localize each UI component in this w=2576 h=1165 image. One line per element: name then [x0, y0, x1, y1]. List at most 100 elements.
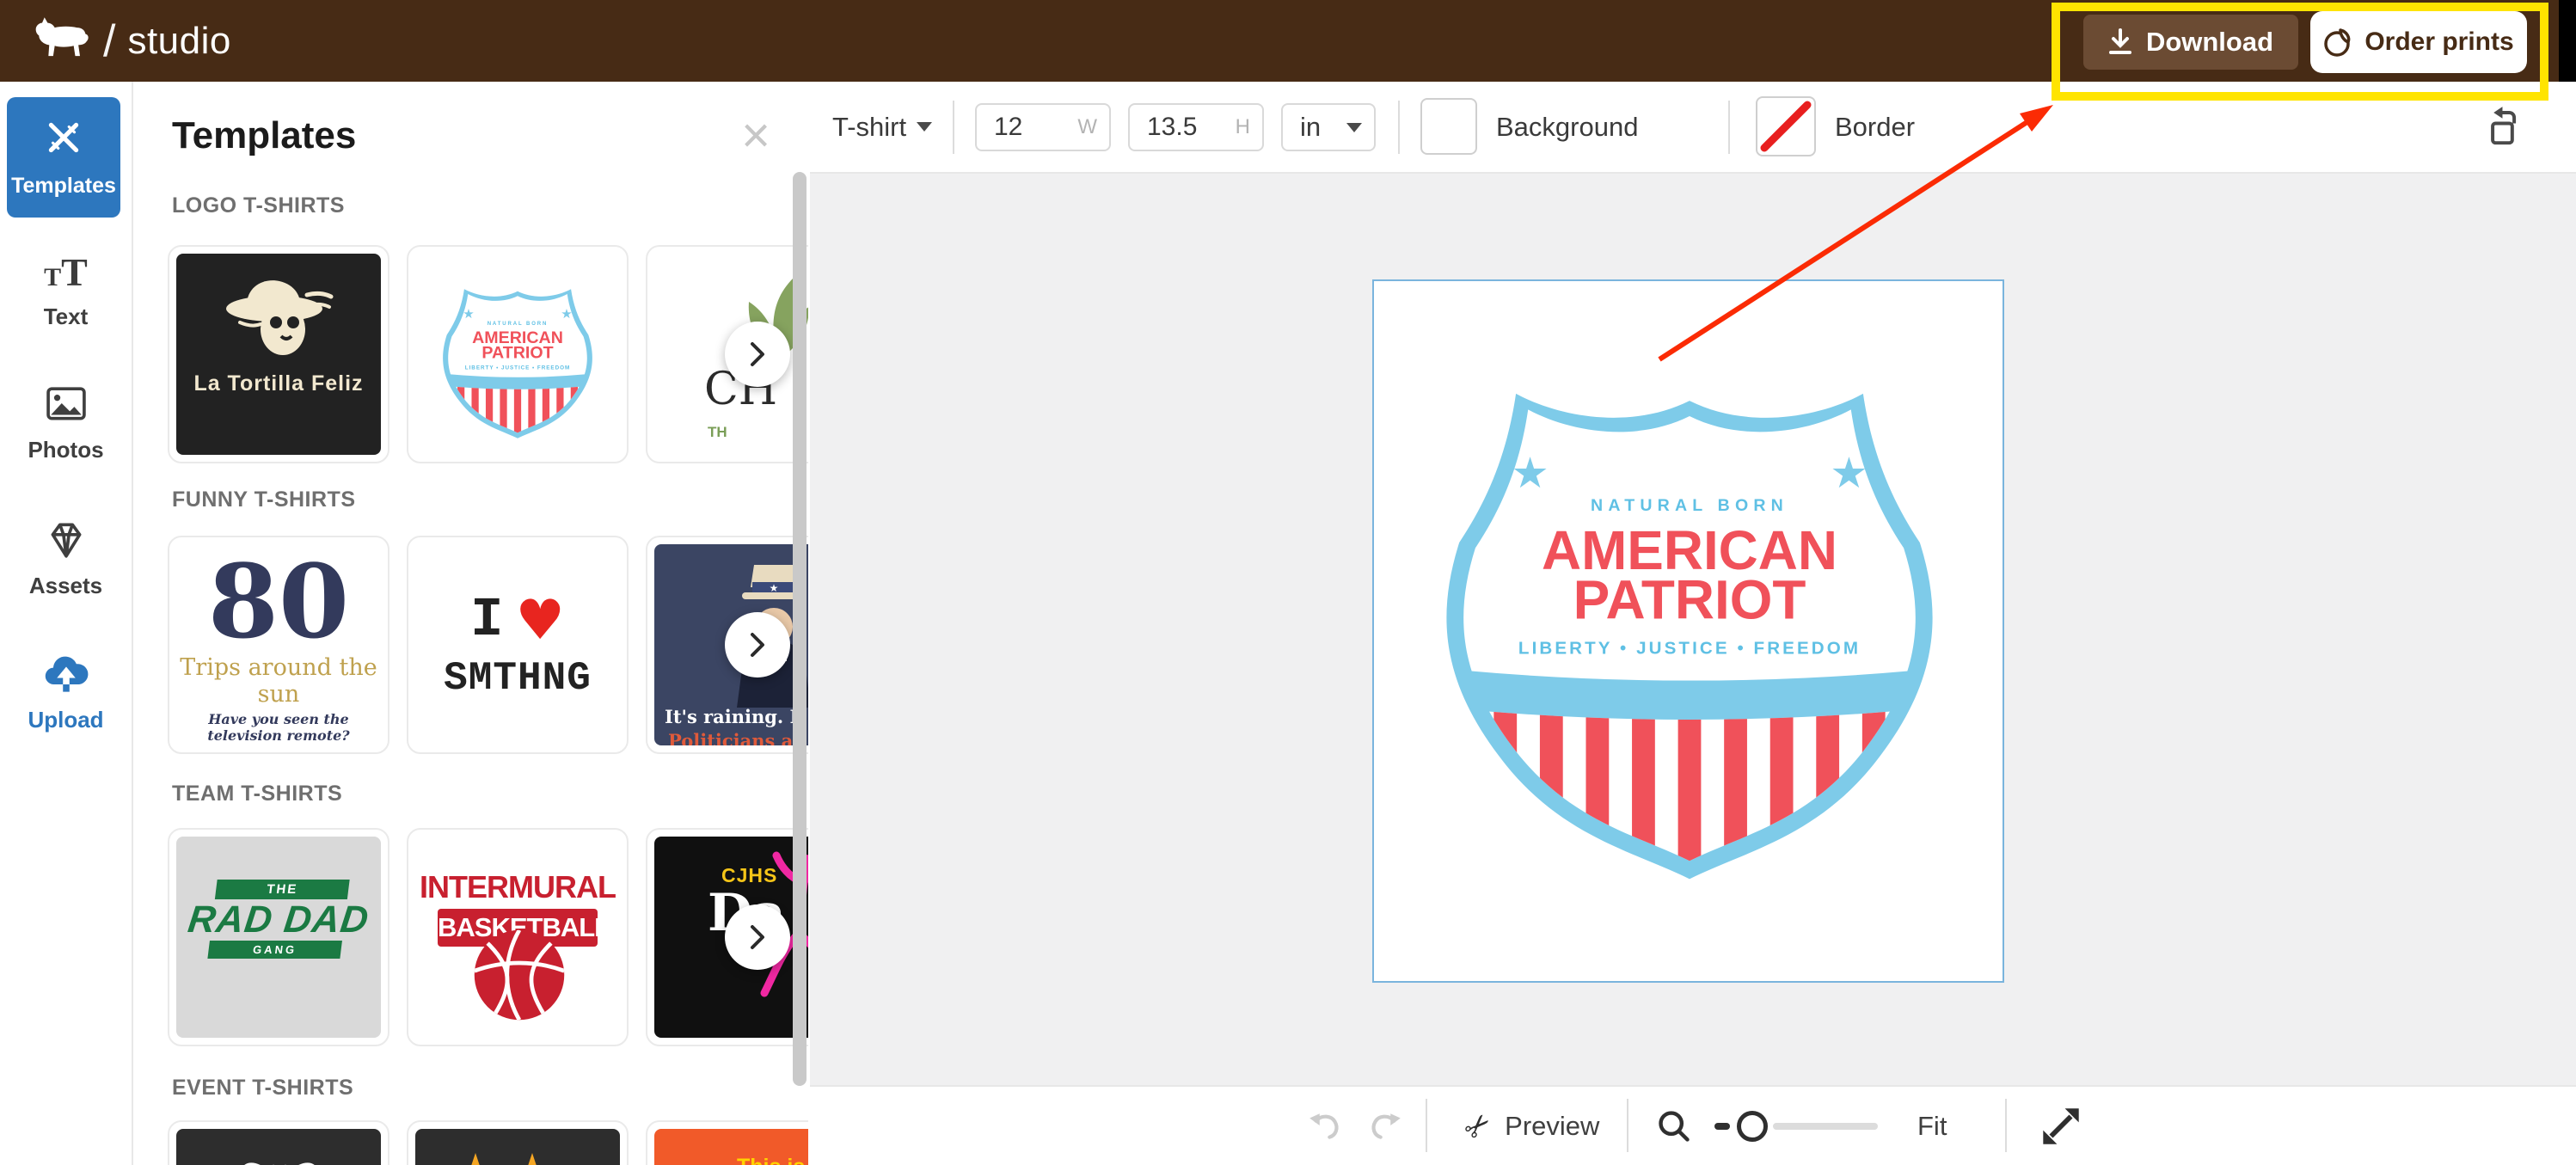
- chevron-down-icon: [1346, 122, 1362, 132]
- sidebar-item-label: Photos: [28, 437, 104, 463]
- toolbar-divider: [1728, 101, 1730, 154]
- template-text: La Tortilla Feliz: [193, 371, 364, 395]
- close-icon[interactable]: ×: [741, 111, 770, 161]
- photos-icon: [44, 384, 89, 428]
- templates-icon: [42, 116, 85, 163]
- order-prints-label: Order prints: [2364, 28, 2514, 56]
- badge-title2: PATRIOT: [481, 344, 553, 363]
- templates-panel: Templates × LOGO T-SHIRTS La Tortilla Fe…: [133, 82, 808, 1165]
- template-thumb: I ♥ SMTHNG: [415, 544, 620, 745]
- template-thumb: 80 Trips around the sun Have you seen th…: [176, 544, 381, 745]
- sidebar-item-photos[interactable]: Photos: [0, 384, 132, 463]
- american-patriot-design[interactable]: ★ ★ NATURAL BORN AMERICAN PATRIOT LIBERT…: [1424, 319, 1955, 886]
- preview-label: Preview: [1505, 1110, 1600, 1141]
- expand-icon: [2043, 1107, 2079, 1144]
- next-templates-button[interactable]: [725, 904, 790, 970]
- bottom-bar-divider: [2005, 1099, 2007, 1152]
- sidebar-item-label: Text: [43, 304, 89, 329]
- height-unit-label: H: [1235, 115, 1250, 138]
- fit-button[interactable]: Fit: [1917, 1087, 1947, 1165]
- zoom-slider-handle[interactable]: [1737, 1111, 1768, 1142]
- no-border-icon: [1760, 101, 1812, 152]
- template-card-event-orange[interactable]: This is n: [646, 1120, 808, 1165]
- unit-dropdown[interactable]: in: [1281, 103, 1376, 151]
- bottom-bar-divider: [1426, 1099, 1427, 1152]
- undo-button[interactable]: [1305, 1087, 1343, 1165]
- template-card-tortilla[interactable]: La Tortilla Feliz: [168, 245, 389, 463]
- width-field[interactable]: W: [975, 103, 1111, 151]
- template-card-i-heart-smthng[interactable]: I ♥ SMTHNG: [407, 536, 629, 754]
- preview-button[interactable]: ✂ Preview: [1457, 1087, 1600, 1165]
- screen-corner: [2559, 0, 2576, 82]
- app-logo[interactable]: / studio: [33, 15, 231, 67]
- sidebar-item-upload[interactable]: Upload: [0, 651, 132, 733]
- template-text: I: [470, 590, 504, 652]
- sidebar-item-label: Templates: [11, 174, 116, 198]
- template-card-80-trips[interactable]: 80 Trips around the sun Have you seen th…: [168, 536, 389, 754]
- template-thumb: THE RAD DAD GANG: [176, 837, 381, 1038]
- border-color-swatch[interactable]: [1756, 96, 1816, 156]
- background-label: Background: [1496, 111, 1639, 142]
- template-card-event-dark[interactable]: [407, 1120, 629, 1165]
- height-input[interactable]: [1130, 112, 1209, 143]
- template-card-intermural-basketball[interactable]: INTERMURAL BASKETBALL: [407, 828, 629, 1046]
- canvas-area[interactable]: ★ ★ NATURAL BORN AMERICAN PATRIOT LIBERT…: [810, 174, 2576, 1085]
- template-card-rad-dad[interactable]: THE RAD DAD GANG: [168, 828, 389, 1046]
- template-text: GANG: [207, 941, 342, 960]
- download-button[interactable]: Download: [2083, 15, 2298, 70]
- rotate-icon: [2491, 106, 2517, 144]
- undo-icon: [1309, 1113, 1339, 1139]
- sidebar-item-assets[interactable]: Assets: [0, 518, 132, 599]
- order-prints-button[interactable]: Order prints: [2310, 11, 2527, 73]
- sidebar-item-text[interactable]: TT Text: [0, 249, 132, 330]
- chevron-right-icon: [751, 925, 764, 949]
- panel-scrollbar[interactable]: [793, 172, 807, 1086]
- sidebar-item-label: Assets: [28, 573, 103, 598]
- unit-label: in: [1300, 112, 1322, 142]
- sidebar-item-templates[interactable]: Templates: [7, 97, 120, 218]
- sombrero-skull-icon: [214, 269, 343, 366]
- app-window: / studio Download Order prints Templates…: [0, 0, 2576, 1165]
- height-field[interactable]: H: [1128, 103, 1264, 151]
- magnifier-icon: [1659, 1110, 1690, 1142]
- template-card-american-patriot[interactable]: ★ ★ NATURAL BORN AMERICAN PATRIOT LIBERT…: [407, 245, 629, 463]
- template-text: RAD DAD: [186, 898, 371, 941]
- next-templates-button[interactable]: [725, 612, 790, 678]
- badge-star-icon: ★: [1511, 450, 1549, 497]
- design-toolbar: T-shirt W H in Background Border: [810, 82, 2576, 174]
- redo-icon: [1371, 1113, 1401, 1139]
- chevron-right-icon: [751, 342, 764, 366]
- zoom-out-tick: [1714, 1123, 1730, 1130]
- template-thumb: [415, 1129, 620, 1165]
- template-thumb: This is n: [654, 1129, 808, 1165]
- fullscreen-button[interactable]: [2041, 1087, 2081, 1165]
- template-text: This is n: [737, 1155, 808, 1165]
- template-text: 80: [207, 544, 350, 661]
- rotate-canvas-button[interactable]: [2485, 82, 2528, 172]
- scissors-icon: ✂: [1456, 1103, 1500, 1148]
- template-text: SMTHNG: [444, 656, 592, 701]
- badge-star-icon: ★: [1830, 450, 1868, 497]
- zoom-button[interactable]: [1656, 1087, 1692, 1165]
- app-name: studio: [127, 19, 231, 62]
- redo-button[interactable]: [1367, 1087, 1405, 1165]
- bottom-bar: ✂ Preview Fit: [810, 1085, 2576, 1165]
- upload-icon: [42, 651, 90, 698]
- badge-subline: LIBERTY • JUSTICE • FREEDOM: [1518, 639, 1861, 659]
- template-text: Have you seen the television remote?: [207, 711, 350, 744]
- artboard[interactable]: ★ ★ NATURAL BORN AMERICAN PATRIOT LIBERT…: [1372, 279, 2004, 983]
- template-thumb: ★ ★ NATURAL BORN AMERICAN PATRIOT LIBERT…: [415, 254, 620, 455]
- width-input[interactable]: [977, 112, 1056, 143]
- zoom-slider-track[interactable]: [1773, 1123, 1878, 1130]
- background-label-wrap: Background: [1496, 82, 1638, 172]
- text-icon: TT: [44, 250, 88, 294]
- badge-star-icon: ★: [463, 307, 475, 322]
- template-card-butterfly[interactable]: [168, 1120, 389, 1165]
- background-color-swatch[interactable]: [1420, 98, 1477, 155]
- next-templates-button[interactable]: [725, 322, 790, 387]
- download-icon: [2108, 28, 2132, 56]
- logo-slash: /: [103, 15, 116, 66]
- download-label: Download: [2145, 27, 2274, 57]
- product-type-dropdown[interactable]: T-shirt: [832, 82, 933, 172]
- template-text: It's raining. It: [665, 706, 807, 727]
